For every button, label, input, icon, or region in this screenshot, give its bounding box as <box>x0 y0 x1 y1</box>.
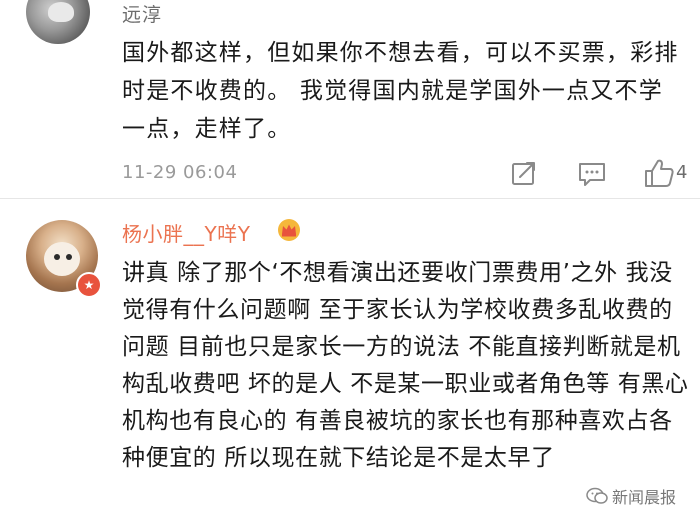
verified-badge-icon: ★ <box>76 272 102 298</box>
username[interactable]: 杨小胖__Y咩Y <box>122 218 250 247</box>
watermark: 新闻晨报 <box>586 484 676 508</box>
wechat-icon <box>586 487 608 504</box>
timestamp: 11-29 06:04 <box>122 162 238 183</box>
crown-icon[interactable] <box>277 218 301 242</box>
cat-image <box>48 2 74 22</box>
username[interactable]: 远淳 <box>122 0 162 27</box>
comment-text: 国外都这样，但如果你不想去看，可以不买票，彩排时是不收费的。 我觉得国内就是学国… <box>122 40 679 142</box>
comment-icon[interactable] <box>576 158 608 190</box>
avatar[interactable] <box>26 0 90 44</box>
like-count: 4 <box>676 162 688 183</box>
watermark-text: 新闻晨报 <box>612 488 677 507</box>
dog-face-image <box>44 242 80 276</box>
thumbs-up-icon[interactable] <box>642 156 676 190</box>
share-icon[interactable] <box>508 158 540 190</box>
avatar-eye <box>66 254 72 260</box>
comment-feed: 远淳 国外都这样，但如果你不想去看，可以不买票，彩排时是不收费的。 我觉得国内就… <box>0 0 700 522</box>
divider <box>0 198 700 199</box>
avatar-eye <box>54 254 60 260</box>
comment-text: 讲真 除了那个‘不想看演出还要收门票费用’之外 我没觉得有什么问题啊 至于家长认… <box>122 260 689 471</box>
comment-meta-row: 11-29 06:04 4 <box>122 158 690 190</box>
